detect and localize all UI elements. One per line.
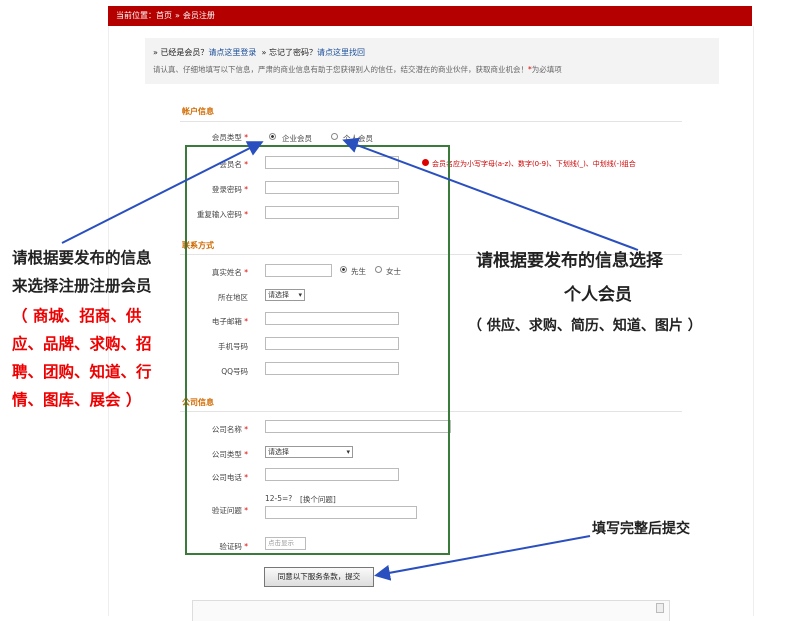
arrow-to-submit	[374, 535, 591, 581]
arrow-to-personal	[342, 137, 639, 251]
annotation-arrows	[61, 137, 639, 581]
arrow-to-enterprise	[61, 141, 264, 244]
